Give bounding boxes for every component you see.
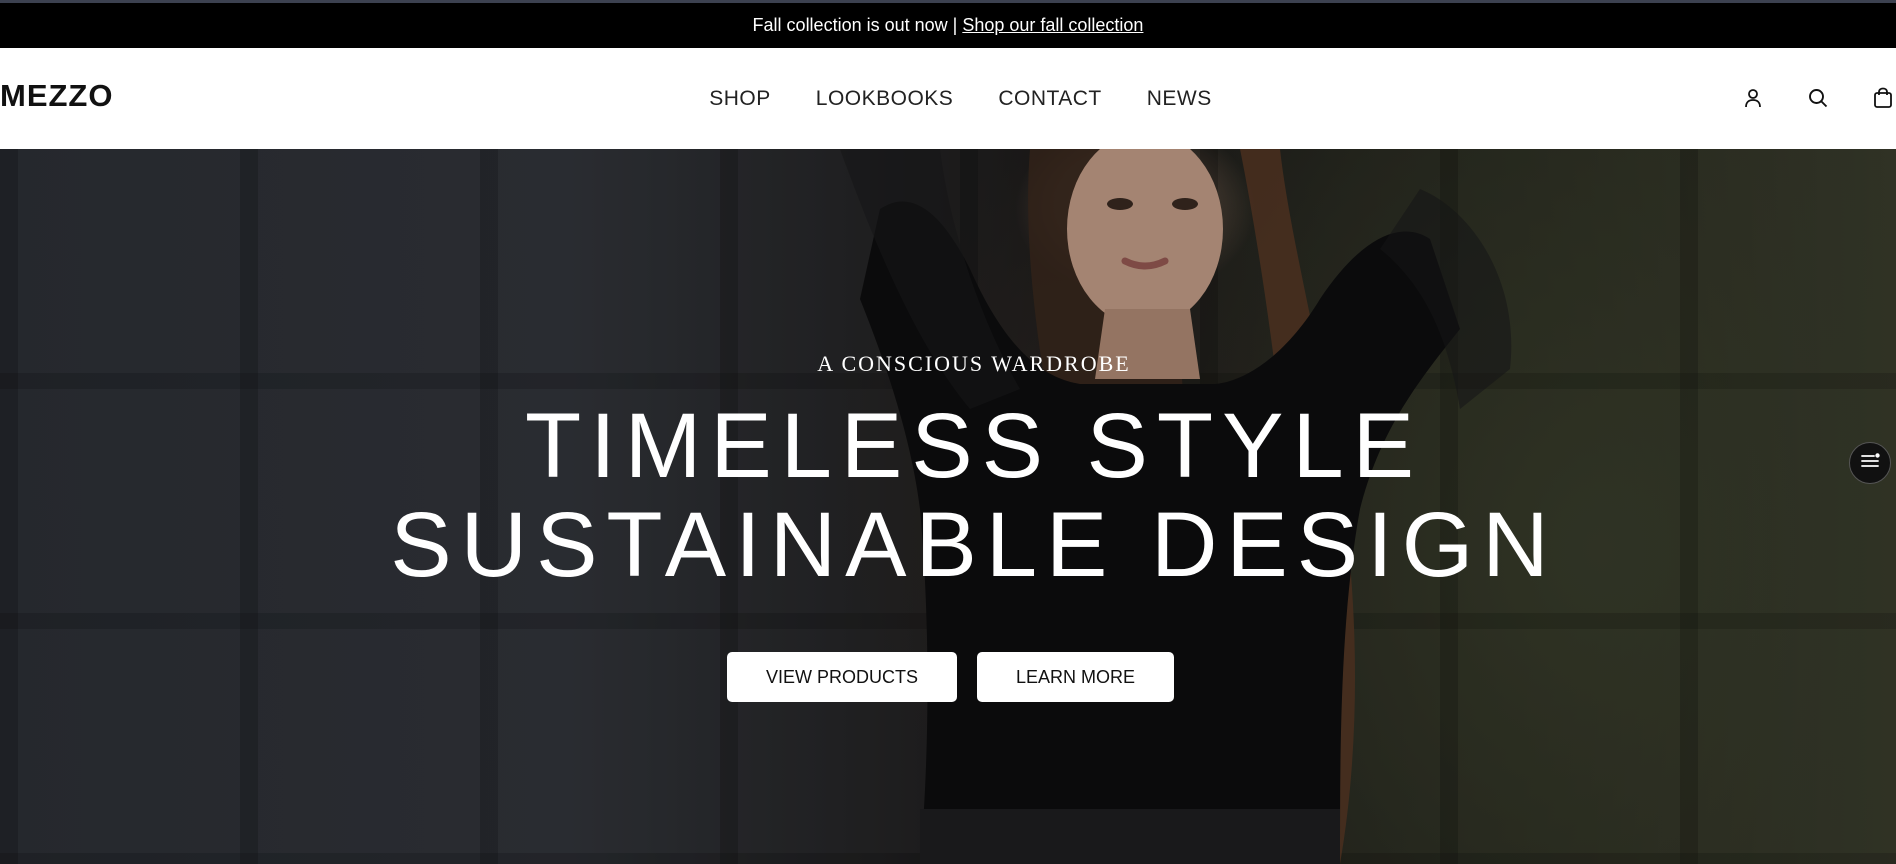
- announcement-text: Fall collection is out now: [752, 15, 948, 35]
- hero-cta-row: VIEW PRODUCTS LEARN MORE: [727, 652, 1174, 702]
- hero-headline-line-1: TIMELESS STYLE: [524, 395, 1424, 497]
- announcement-separator: |: [952, 15, 958, 35]
- cart-icon[interactable]: [1872, 86, 1894, 110]
- shop-fall-collection-link[interactable]: Shop our fall collection: [962, 15, 1143, 36]
- learn-more-button[interactable]: LEARN MORE: [977, 652, 1174, 702]
- menu-settings-icon: [1859, 452, 1881, 475]
- main-nav: SHOP LOOKBOOKS CONTACT NEWS: [0, 48, 1896, 149]
- account-icon[interactable]: [1742, 86, 1764, 110]
- nav-item-news[interactable]: NEWS: [1147, 87, 1212, 111]
- hero-headline: TIMELESS STYLE SUSTAINABLE DESIGN: [0, 397, 1896, 595]
- site-header: MEZZO SHOP LOOKBOOKS CONTACT NEWS: [0, 48, 1896, 149]
- announcement-bar: Fall collection is out now | Shop our fa…: [0, 3, 1896, 48]
- nav-item-lookbooks[interactable]: LOOKBOOKS: [816, 87, 954, 111]
- hero-content: A CONSCIOUS WARDROBE TIMELESS STYLE SUST…: [0, 149, 1896, 864]
- header-icons: [1742, 86, 1896, 110]
- floating-menu-widget[interactable]: [1849, 442, 1891, 484]
- hero-headline-line-2: SUSTAINABLE DESIGN: [390, 494, 1558, 596]
- hero-eyebrow: A CONSCIOUS WARDROBE: [817, 351, 1131, 376]
- logo[interactable]: MEZZO: [0, 78, 114, 114]
- nav-item-shop[interactable]: SHOP: [709, 87, 771, 111]
- search-icon[interactable]: [1807, 86, 1829, 110]
- view-products-button[interactable]: VIEW PRODUCTS: [727, 652, 957, 702]
- hero-banner: A CONSCIOUS WARDROBE TIMELESS STYLE SUST…: [0, 149, 1896, 864]
- nav-item-contact[interactable]: CONTACT: [998, 87, 1101, 111]
